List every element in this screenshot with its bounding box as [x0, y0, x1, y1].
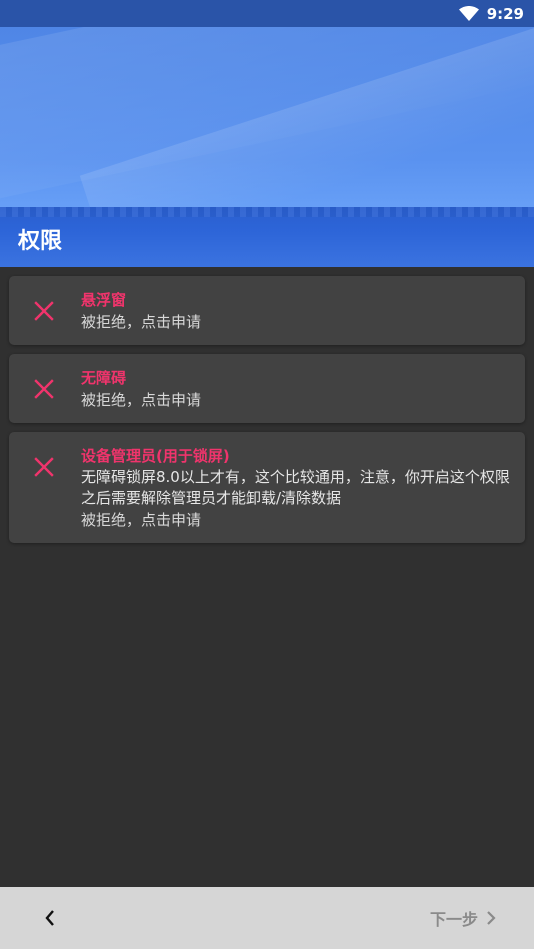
- permission-name: 设备管理员(用于锁屏): [81, 447, 230, 465]
- permissions-screen: 9:29 权限 悬浮窗 被拒绝，点击申请 无障碍 被拒绝，点击申请 设备管理员(: [0, 0, 534, 949]
- permission-description: 无障碍锁屏8.0以上才有，这个比较通用，注意，你开启这个权限之后需要解除管理员才…: [81, 468, 510, 507]
- permission-card-accessibility[interactable]: 无障碍 被拒绝，点击申请: [9, 354, 525, 423]
- permission-state: 被拒绝，点击申请: [81, 511, 202, 529]
- chevron-left-icon: [45, 910, 54, 926]
- back-button[interactable]: [38, 906, 62, 930]
- permission-state: 被拒绝，点击申请: [81, 313, 202, 331]
- close-icon: [34, 457, 54, 477]
- permission-name: 无障碍: [81, 369, 127, 387]
- permission-card-device-admin[interactable]: 设备管理员(用于锁屏) 无障碍锁屏8.0以上才有，这个比较通用，注意，你开启这个…: [9, 432, 525, 543]
- permission-name: 悬浮窗: [81, 291, 127, 309]
- status-time: 9:29: [486, 4, 524, 23]
- page-title: 权限: [18, 229, 63, 254]
- bottom-navigation-bar: 下一步: [0, 887, 534, 949]
- permission-card-overlay[interactable]: 悬浮窗 被拒绝，点击申请: [9, 276, 525, 345]
- chevron-right-icon: [487, 911, 496, 925]
- wifi-icon: [458, 6, 479, 21]
- status-bar: 9:29: [0, 0, 534, 27]
- permission-state: 被拒绝，点击申请: [81, 391, 202, 409]
- close-icon: [34, 379, 54, 399]
- permission-list: 悬浮窗 被拒绝，点击申请 无障碍 被拒绝，点击申请 设备管理员(用于锁屏) 无障…: [9, 276, 525, 552]
- close-icon: [34, 301, 54, 321]
- header-sea: [0, 207, 534, 267]
- header-banner: 权限: [0, 27, 534, 267]
- next-step-label: 下一步: [429, 910, 478, 929]
- next-step-button[interactable]: 下一步: [430, 906, 496, 930]
